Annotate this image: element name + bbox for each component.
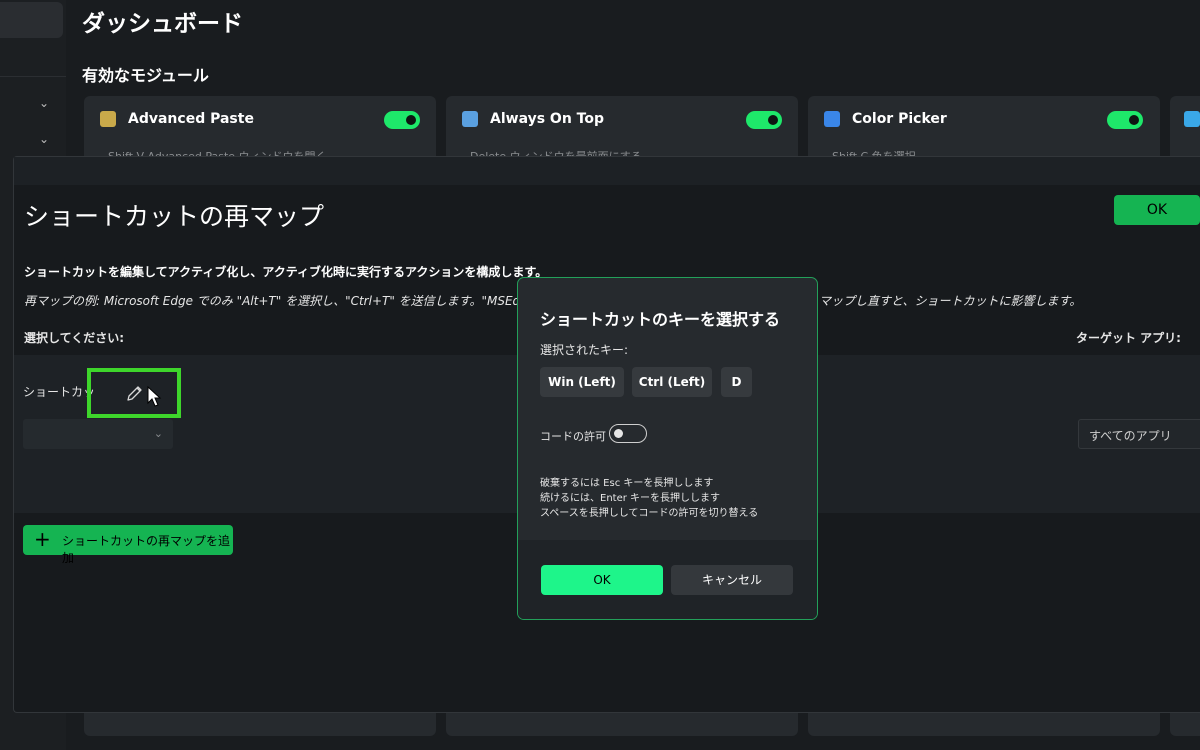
- selected-keys-label: 選択されたキー:: [540, 343, 629, 357]
- card-title: Color Picker: [852, 111, 947, 127]
- plus-icon: +: [34, 527, 51, 551]
- chevron-down-icon: ⌄: [153, 427, 163, 440]
- dialog-footer: OK キャンセル: [518, 540, 817, 619]
- dialog-title: ショートカットのキーを選択する: [540, 310, 781, 329]
- add-remap-button[interactable]: + ショートカットの再マップを追加: [23, 525, 233, 565]
- window-title-bar: [14, 157, 1200, 185]
- key-chip: D: [721, 367, 752, 397]
- module-toggle[interactable]: [746, 111, 782, 129]
- hint-enter: 続けるには、Enter キーを長押しします: [540, 493, 721, 504]
- dialog-cancel-button[interactable]: キャンセル: [671, 565, 793, 595]
- allow-chord-toggle[interactable]: [609, 424, 647, 443]
- select-label: 選択してください:: [24, 331, 125, 345]
- key-chip: Win (Left): [540, 367, 624, 397]
- hint-escape: 破棄するには Esc キーを長押しします: [540, 478, 714, 489]
- target-app-dropdown[interactable]: すべてのアプリ: [1078, 419, 1200, 449]
- chevron-down-icon[interactable]: ⌄: [37, 96, 51, 110]
- remap-description: ショートカットを編集してアクティブ化し、アクティブ化時に実行するアクションを構成…: [24, 265, 548, 279]
- target-app-label: ターゲット アプリ:: [1076, 331, 1181, 345]
- module-toggle[interactable]: [1107, 111, 1143, 129]
- card-title: Advanced Paste: [128, 111, 254, 127]
- remap-example-tail: マップし直すと、ショートカットに影響します。: [819, 294, 1082, 308]
- module-icon: [1184, 111, 1200, 127]
- allow-chord-label: コードの許可: [540, 430, 606, 443]
- stacked-windows-icon: [462, 111, 478, 127]
- page-title: ダッシュボード: [82, 11, 243, 37]
- add-remap-label: ショートカットの再マップを追加: [62, 534, 231, 565]
- eyedropper-icon: [824, 111, 840, 127]
- select-keys-dialog: ショートカットのキーを選択する 選択されたキー: Win (Left) Ctrl…: [517, 277, 818, 620]
- module-toggle[interactable]: [384, 111, 420, 129]
- chevron-down-icon[interactable]: ⌄: [37, 132, 51, 146]
- action-dropdown[interactable]: ⌄: [23, 419, 173, 449]
- section-title: 有効なモジュール: [82, 66, 209, 85]
- nav-divider: [0, 76, 66, 77]
- target-app-value: すべてのアプリ: [1089, 429, 1172, 443]
- card-title: Always On Top: [490, 111, 604, 127]
- key-chip: Ctrl (Left): [632, 367, 712, 397]
- hint-space: スペースを長押ししてコードの許可を切り替える: [540, 508, 759, 519]
- remap-example: 再マップの例: Microsoft Edge でのみ "Alt+T" を選択し、…: [24, 294, 536, 308]
- window-title: ショートカットの再マップ: [24, 202, 325, 231]
- clipboard-sparkle-icon: [100, 111, 116, 127]
- window-ok-button[interactable]: OK: [1114, 195, 1200, 225]
- dialog-ok-button[interactable]: OK: [541, 565, 663, 595]
- highlight-box: [87, 368, 181, 418]
- nav-selected-item[interactable]: [0, 2, 63, 38]
